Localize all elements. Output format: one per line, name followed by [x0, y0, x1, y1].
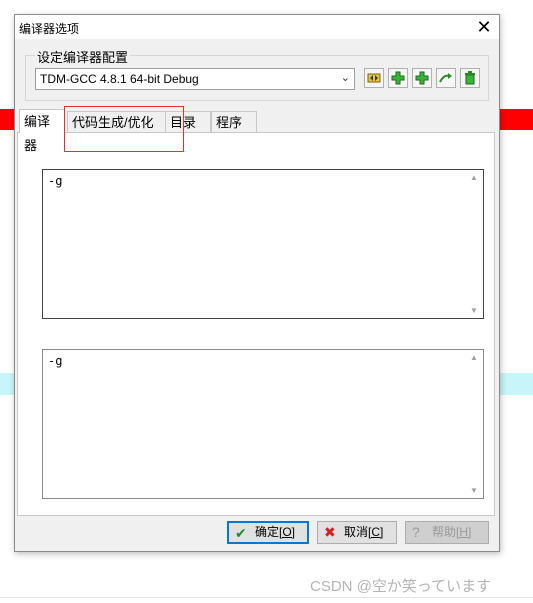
cancel-label: 取消 [344, 525, 369, 539]
ok-label: 确定 [255, 525, 280, 539]
ok-button[interactable]: ✔ 确定[O] [227, 521, 309, 544]
add-config-alt-icon [415, 71, 429, 85]
textarea-scrollbar[interactable]: ▲ ▼ [467, 350, 483, 498]
scroll-down-icon[interactable]: ▼ [470, 486, 478, 495]
ok-shortcut: [O] [279, 525, 296, 539]
cancel-button[interactable]: ✖ 取消[C] [317, 521, 397, 544]
textarea-scrollbar[interactable]: ▲ ▼ [467, 170, 483, 318]
add-config-button[interactable] [388, 68, 408, 88]
config-selected-value: TDM-GCC 4.8.1 64-bit Debug [40, 72, 199, 86]
compiler-options-dialog: 编译器选项 ✕ 设定编译器配置 TDM-GCC 4.8.1 64-bit Deb… [14, 14, 500, 552]
cancel-shortcut: [C] [368, 525, 384, 539]
help-icon: ? [412, 524, 420, 540]
config-group-label: 设定编译器配置 [35, 47, 131, 66]
compiler-commands-textarea[interactable]: -g ▲ ▼ [42, 169, 484, 319]
titlebar: 编译器选项 ✕ [15, 15, 499, 39]
scroll-up-icon[interactable]: ▲ [470, 173, 478, 182]
watermark: CSDN @空か笑っています [310, 578, 492, 595]
cross-icon: ✖ [324, 524, 336, 540]
scroll-up-icon[interactable]: ▲ [470, 353, 478, 362]
linker-commands-textarea[interactable]: -g ▲ ▼ [42, 349, 484, 499]
add-config-alt-button[interactable] [412, 68, 432, 88]
delete-config-button[interactable] [460, 68, 480, 88]
background-divider [0, 597, 533, 598]
add-config-icon [391, 71, 405, 85]
help-label: 帮助 [432, 525, 457, 539]
rename-config-button[interactable] [436, 68, 456, 88]
compiler-commands-text: -g [48, 174, 63, 188]
dialog-title: 编译器选项 [19, 22, 80, 36]
linker-commands-text: -g [48, 354, 63, 368]
swap-config-icon [367, 73, 381, 83]
swap-config-button[interactable] [364, 68, 384, 88]
scroll-down-icon[interactable]: ▼ [470, 306, 478, 315]
rename-config-icon [439, 73, 452, 83]
help-shortcut: [H] [456, 525, 472, 539]
help-button[interactable]: ? 帮助[H] [405, 521, 489, 544]
close-button[interactable]: ✕ [469, 15, 499, 39]
chevron-down-icon: ⌄ [340, 72, 350, 84]
checkmark-icon: ✔ [235, 525, 247, 541]
tab-compiler[interactable]: 编译器 [19, 109, 65, 153]
delete-config-icon [465, 71, 475, 85]
compiler-config-select[interactable]: TDM-GCC 4.8.1 64-bit Debug ⌄ [35, 68, 355, 90]
tab-programs[interactable]: 程序 [211, 111, 257, 132]
annotation-highlight-box [64, 106, 184, 152]
